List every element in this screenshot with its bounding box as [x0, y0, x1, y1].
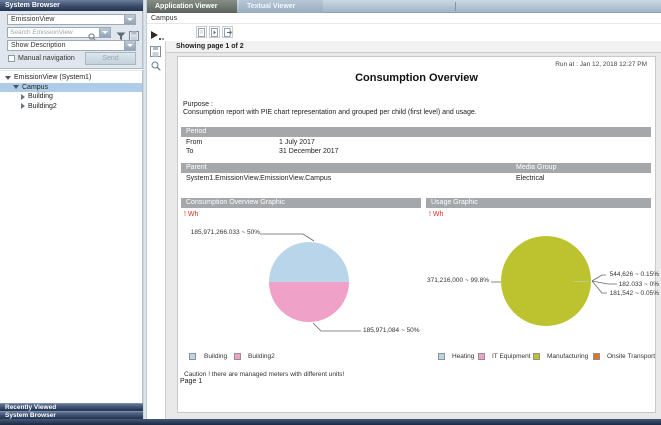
search-input[interactable] [10, 28, 88, 37]
view-selector-value: EmissionView [11, 16, 54, 23]
usage-graphic-header: Usage Graphic [426, 198, 651, 208]
tree-item-label: Campus [22, 84, 48, 91]
first-page-icon[interactable] [196, 26, 207, 38]
tree-item-building2[interactable]: Building2 [0, 102, 142, 111]
tree-item-label: Building [28, 93, 53, 100]
pie-label-building2: 185,971,084 ~ 50% [363, 327, 420, 334]
run-at-timestamp: Run at : Jan 12, 2018 12:27 PM [555, 61, 647, 68]
zoom-icon[interactable] [151, 58, 161, 76]
viewer-tool-rail [147, 41, 166, 419]
search-options-chevron-icon[interactable] [99, 28, 110, 37]
chevron-down-icon[interactable] [124, 15, 135, 24]
breadcrumb: Campus [151, 15, 177, 22]
expand-icon[interactable] [21, 103, 25, 109]
tree-item-label: Building2 [28, 103, 57, 110]
caution-text: Caution ! there are managed meters with … [184, 371, 344, 378]
manual-navigation-label: Manual navigation [18, 55, 75, 62]
pie-label-manufacturing: 371,216,000 ~ 99.8% [406, 277, 489, 284]
export-report-icon[interactable] [222, 26, 233, 38]
tree-item-emissionview[interactable]: EmissionView (System1) [0, 73, 142, 82]
legend-label-building: Building [204, 353, 227, 360]
system-browser-panel: EmissionView Show Description Manual nav… [0, 11, 143, 403]
purpose-text: Consumption report with PIE chart repres… [183, 109, 653, 116]
media-group-header: Media Group [516, 163, 556, 173]
legend-label-onsite-transport: Onsite Transport [607, 353, 655, 360]
paging-status: Showing page 1 of 2 [176, 43, 244, 50]
chevron-down-icon[interactable] [124, 41, 135, 50]
usage-unit-warning: ! Wh [429, 211, 443, 218]
manual-navigation-checkbox[interactable] [8, 55, 15, 62]
pie-label-building: 185,971,266.033 ~ 50% [184, 229, 260, 236]
report-toolbar [147, 24, 661, 41]
legend-swatch-building [189, 353, 196, 360]
consumption-unit-warning: ! Wh [184, 211, 198, 218]
pie-label-onsite-transport: 181,542 ~ 0.05% [578, 290, 659, 297]
tree-item-campus[interactable]: Campus [0, 83, 142, 92]
from-value: 1 July 2017 [279, 139, 315, 146]
status-bar [0, 419, 661, 425]
tree-item-building[interactable]: Building [0, 92, 142, 101]
media-group-value: Electrical [516, 175, 544, 182]
description-selector-dropdown[interactable]: Show Description [7, 40, 136, 51]
application-window: System Browser EmissionView Show Descrip… [0, 0, 661, 425]
legend-swatch-it-equipment [478, 353, 485, 360]
parent-value: System1.EmissionView.EmissionView.Campus [186, 175, 331, 182]
legend-swatch-onsite-transport [593, 353, 600, 360]
system-browser-header[interactable]: System Browser [0, 0, 143, 11]
legend-label-heating: Heating [452, 353, 474, 360]
divider [0, 68, 143, 70]
description-selector-value: Show Description [11, 42, 65, 49]
legend-swatch-heating [438, 353, 445, 360]
page-footer: Page 1 [180, 378, 202, 385]
pie-label-heating: 544,626 ~ 0.15% [578, 271, 659, 278]
recently-viewed-bar[interactable]: Recently Viewed [0, 403, 143, 411]
period-section-header: Period [181, 127, 651, 137]
paging-status-bar: Showing page 1 of 2 [166, 41, 661, 53]
legend-swatch-manufacturing [533, 353, 540, 360]
system-browser-bar[interactable]: System Browser [0, 411, 143, 419]
report-page: Run at : Jan 12, 2018 12:27 PM Consumpti… [177, 56, 656, 413]
tree-item-label: EmissionView (System1) [14, 74, 91, 81]
report-title: Consumption Overview [178, 72, 655, 84]
collapse-icon[interactable] [5, 76, 11, 80]
send-button[interactable]: Send [85, 52, 136, 65]
pie-label-it-equipment: 182.033 ~ 0% [578, 281, 659, 288]
legend-label-it-equipment: IT Equipment [492, 353, 531, 360]
search-box [7, 27, 111, 38]
tab-application-viewer[interactable]: Application Viewer [147, 0, 237, 13]
report-viewport[interactable]: Run at : Jan 12, 2018 12:27 PM Consumpti… [166, 53, 661, 419]
parent-section-header: Parent Media Group [181, 163, 651, 173]
from-label: From [186, 139, 202, 146]
to-label: To [186, 148, 193, 155]
purpose-label: Purpose : [183, 101, 213, 108]
collapse-icon[interactable] [13, 85, 19, 89]
next-page-icon[interactable] [209, 26, 220, 38]
legend-swatch-building2 [234, 353, 241, 360]
tab-textual-viewer[interactable]: Textual Viewer [239, 0, 323, 13]
parent-header: Parent [186, 164, 207, 171]
to-value: 31 December 2017 [279, 148, 339, 155]
consumption-pie-chart [269, 242, 349, 322]
system-tree: EmissionView (System1) Campus Building B… [0, 71, 142, 403]
legend-label-manufacturing: Manufacturing [547, 353, 588, 360]
tab-bar: Application Viewer Textual Viewer [147, 0, 661, 13]
tab-divider [455, 2, 456, 11]
legend-label-building2: Building2 [248, 353, 275, 360]
consumption-graphic-header: Consumption Overview Graphic [181, 198, 421, 208]
breadcrumb-row: Campus [147, 13, 661, 24]
expand-icon[interactable] [21, 94, 25, 100]
view-selector-dropdown[interactable]: EmissionView [7, 14, 136, 25]
